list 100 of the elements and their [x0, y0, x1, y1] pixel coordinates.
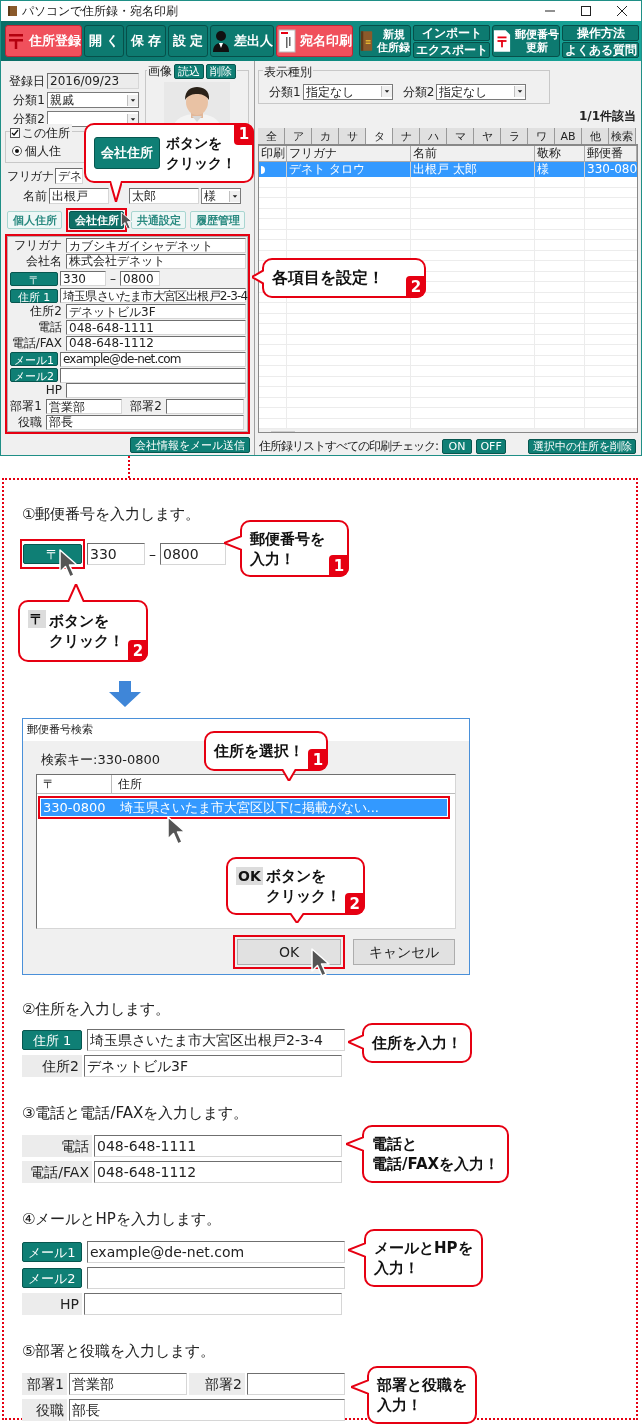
toolbar-button[interactable]: 開 く [84, 25, 124, 57]
text-field[interactable]: 埼玉県さいたま市大宮区出根戸2-3-4 [60, 288, 246, 304]
column-header: フリガナ [287, 146, 411, 161]
field-button[interactable]: 〒 [10, 271, 58, 286]
tab[interactable]: 履歴管理 [190, 211, 245, 229]
tab[interactable]: 共通設定 [131, 211, 186, 229]
text-field[interactable]: example@de-net.com [60, 351, 246, 367]
field-button[interactable]: メール2 [22, 1268, 82, 1288]
close-icon[interactable] [617, 6, 627, 16]
dropdown[interactable]: 指定なし [436, 83, 527, 100]
table-cell-text: 埼玉県さいたま市大宮区以下に掲載がない... [119, 798, 379, 817]
dialog-button[interactable]: OK [237, 939, 341, 965]
tab[interactable]: 個人住所 [7, 211, 62, 229]
index-tab[interactable]: AB [555, 128, 582, 144]
column-header: 印刷 [259, 146, 287, 161]
field-button[interactable]: メール1 [22, 1242, 82, 1262]
text-field[interactable]: 埼玉県さいたま市大宮区出根戸2-3-4 [87, 1029, 345, 1051]
index-tab[interactable]: サ [339, 128, 366, 144]
image-button[interactable]: 削除 [206, 63, 236, 79]
toolbar-button[interactable]: 住所登録 [5, 25, 82, 57]
toolbar-button[interactable]: 操作方法 [562, 24, 639, 41]
text-field[interactable]: デネットビル3F [66, 304, 246, 320]
toolbar-button[interactable]: 郵便番号 更新 [492, 25, 560, 57]
index-tab[interactable]: 検索 [609, 128, 636, 144]
field-button[interactable]: 住所 1 [22, 1030, 82, 1050]
callout-text: 住所を選択！ [214, 741, 304, 761]
text-field[interactable]: 株式会社デネット [66, 253, 246, 269]
app-icon [7, 5, 18, 17]
toolbar-button[interactable]: 差出人 [210, 25, 274, 57]
toolbar-button[interactable]: エクスポート [413, 41, 490, 58]
index-tab[interactable]: 他 [582, 128, 609, 144]
field-label: 分類1 [12, 92, 45, 109]
text-field[interactable]: 048-648-1111 [94, 1135, 342, 1157]
text-field[interactable] [84, 1293, 342, 1315]
text-field[interactable]: 048-648-1112 [94, 1161, 342, 1183]
text-field[interactable] [60, 367, 246, 383]
result-count: 1/1件該当 [578, 108, 636, 125]
text-field[interactable]: カブシキガイシャデネット [66, 238, 246, 253]
text-field[interactable] [66, 383, 246, 399]
toolbar-button[interactable]: 宛名印刷 [276, 25, 353, 57]
toolbar-button[interactable]: 保 存 [126, 25, 166, 57]
callout-text: 電話/FAXを入力！ [372, 1154, 500, 1174]
field-button[interactable]: メール1 [10, 352, 58, 367]
step-title: ④メールとHPを入力します。 [22, 1210, 221, 1228]
toolbar-button[interactable]: 新規 住所録 [359, 25, 411, 57]
text-field[interactable]: 部長 [46, 414, 244, 430]
toolbar-button[interactable]: よくある質問 [562, 41, 639, 58]
field-button[interactable]: メール2 [10, 368, 58, 382]
text-field[interactable]: 営業部 [46, 399, 122, 415]
field-label: 電話/FAX [10, 335, 63, 351]
field-label: 分類2 [402, 83, 435, 101]
text-field[interactable]: 0800 [120, 271, 160, 287]
text-field[interactable]: 048-648-1111 [66, 320, 246, 336]
tab[interactable]: 会社住所 [69, 211, 124, 230]
text-field[interactable]: 330 [87, 543, 145, 565]
text-field[interactable]: デネットビル3F [84, 1055, 342, 1077]
text-field[interactable]: 営業部 [69, 1373, 187, 1395]
column-header: 郵便番 [585, 146, 637, 161]
index-tab[interactable]: ヤ [474, 128, 501, 144]
text-field[interactable]: 0800 [160, 543, 226, 565]
text-field[interactable] [247, 1373, 345, 1395]
index-tab[interactable]: カ [312, 128, 339, 144]
send-mail-button[interactable]: 会社情報をメール送信 [130, 437, 250, 453]
down-arrow-icon [109, 681, 141, 707]
radio-button[interactable] [12, 146, 22, 156]
text-field[interactable]: 太郎 [129, 188, 199, 204]
text-field[interactable] [87, 1267, 345, 1289]
dash: – [109, 270, 117, 288]
callout-text: クリック！ [49, 631, 124, 651]
dropdown[interactable]: 様 [201, 188, 241, 204]
index-tab[interactable]: ハ [420, 128, 447, 144]
field-button[interactable]: 住所 1 [10, 288, 58, 303]
toolbar-button[interactable]: 設 定 [168, 25, 208, 57]
delete-button[interactable]: 選択中の住所を削除 [528, 438, 636, 454]
text-field[interactable]: 330 [60, 271, 106, 287]
text-field[interactable]: デネ [55, 168, 83, 184]
step-title: ③電話と電話/FAXを入力します。 [22, 1104, 249, 1122]
dropdown[interactable]: 指定なし [302, 83, 393, 100]
index-tab[interactable]: ワ [528, 128, 555, 144]
dialog-button[interactable]: キャンセル [353, 939, 455, 965]
dropdown[interactable]: 親戚 [47, 92, 139, 108]
text-field[interactable]: 部長 [69, 1399, 345, 1421]
index-tab[interactable]: 全 [258, 128, 285, 144]
text-field[interactable]: example@de-net.com [87, 1241, 345, 1263]
print-check-button[interactable]: ON [442, 438, 473, 454]
maximize-icon[interactable] [581, 6, 591, 16]
text-field[interactable]: 2016/09/23 [47, 73, 139, 89]
field-label: 電話 [37, 320, 63, 336]
index-tab[interactable]: ナ [393, 128, 420, 144]
toolbar-button[interactable]: インポート [413, 24, 490, 41]
field-label: 住所2 [22, 1055, 82, 1077]
checkbox[interactable] [10, 128, 20, 138]
print-check-button[interactable]: OFF [476, 438, 507, 454]
image-button[interactable]: 読込 [174, 63, 204, 79]
text-field[interactable]: 048-648-1112 [66, 335, 246, 351]
callout-text: 入力！ [250, 548, 296, 569]
text-field[interactable] [166, 399, 244, 415]
index-tab[interactable]: ラ [501, 128, 528, 144]
index-tab[interactable]: ア [285, 128, 312, 144]
index-tab[interactable]: マ [447, 128, 474, 144]
